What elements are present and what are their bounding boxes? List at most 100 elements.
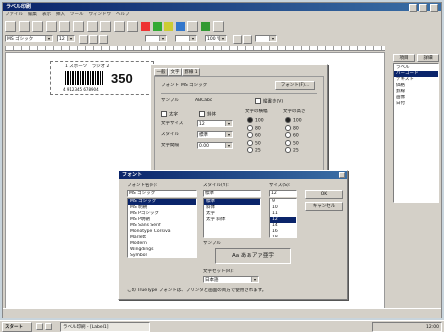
fill-combo[interactable]: ▾ [175,35,197,42]
hscale-radio[interactable]: 60 [247,132,277,140]
vscale-radio[interactable]: 60 [285,132,315,140]
font-style-input[interactable]: 標準 [203,190,261,197]
system-tray: 12:00 [372,322,442,332]
grid-icon[interactable] [187,21,199,32]
menu-item[interactable]: ツール [70,12,84,17]
script-combo[interactable]: 日本語 ▾ [203,276,259,283]
italic-icon[interactable] [89,35,98,44]
radio-icon [285,132,291,138]
window-controls [408,4,440,13]
vscale-radio[interactable]: 80 [285,124,315,133]
font-style-list[interactable]: 標準 斜体 太字 太字 斜体 [203,198,261,238]
spacing-field[interactable]: 0.00 ▾ [197,142,233,149]
hscale-radio[interactable]: 100 [247,117,277,125]
fit-icon[interactable] [233,35,242,44]
save-icon[interactable] [32,21,44,32]
menu-item[interactable]: 表示 [42,12,51,17]
font-dialog: フォント フォント名(F): スタイル(Y): サイズ(S): MS ゴシック … [118,170,348,300]
bold-icon[interactable] [79,35,88,44]
italic-checkbox[interactable]: 斜体 [199,111,216,119]
size-field[interactable]: 12 ▾ [197,120,233,127]
minimize-button[interactable] [408,4,417,12]
font-name-input[interactable]: MS ゴシック [127,190,197,197]
font-style-header: スタイル(Y): [203,183,229,188]
quicklaunch-desktop-icon[interactable] [45,323,52,330]
menu-item[interactable]: ファイル [5,12,23,17]
cancel-button-label: キャンセル [312,204,336,209]
undo-icon[interactable] [113,21,125,32]
bold-checkbox-label: 太字 [169,112,178,118]
maximize-button[interactable] [419,4,428,12]
zoom-icon[interactable] [212,21,224,32]
taskbar-task[interactable]: ラベル印刷 - [Label1] [60,322,150,332]
image-tool-icon[interactable] [175,22,185,31]
hscale-radio[interactable]: 50 [247,139,277,148]
divider [161,93,317,94]
font-list-item[interactable]: Symbol [128,253,196,257]
quicklaunch-ie-icon[interactable] [36,323,43,330]
vertical-checkbox[interactable]: 縦書き(V) [255,98,283,106]
vscale-radio[interactable]: 50 [285,139,315,148]
paste-icon[interactable] [100,21,112,32]
bold-checkbox[interactable]: 太字 [161,111,178,119]
sample-group-label: サンプル [203,241,221,246]
chevron-down-icon: ▾ [225,121,232,126]
right-panel-tab-items[interactable]: 項目 [393,54,415,62]
text-tool-icon[interactable] [127,21,139,32]
vscale-radio-label: 25 [293,148,299,154]
hscale-radio[interactable]: 25 [247,147,277,155]
close-button[interactable] [430,4,438,12]
right-panel-list[interactable]: ラベル バーコード テキスト 価格 罫線 画像 日付 [393,63,439,203]
font-select-button[interactable]: フォント(F)... [275,81,315,90]
vscale-radio[interactable]: 100 [285,117,315,125]
radio-icon [247,117,253,123]
hscale-radio[interactable]: 80 [247,124,277,133]
font-size-input[interactable]: 12 [269,190,297,197]
right-panel-tab-detail[interactable]: 詳細 [417,54,439,62]
line-style-combo[interactable]: ▾ [145,35,167,42]
right-panel-item[interactable]: 日付 [394,101,438,107]
color-icon[interactable] [200,22,210,31]
zoom-combo[interactable]: 100 % ▾ [205,35,227,42]
menu-item[interactable]: ウィンドウ [89,12,112,17]
size-combo-value: 12 [59,37,65,42]
label-preview[interactable]: 1 スポーツ ラジオ 2 350 4 912345 678904 [50,61,154,95]
ok-button[interactable]: OK [305,190,343,199]
radio-icon [285,139,291,146]
hscale-radio-label: 60 [255,133,261,139]
chevron-down-icon: ▾ [189,36,196,41]
font-name-list[interactable]: MS ゴシック MS 明朝 MS Pゴシック MS P明朝 MS Sans Serif M… [127,198,197,258]
menu-item[interactable]: 編集 [28,12,37,17]
start-button[interactable]: スタート [2,322,32,332]
barcode-digits: 4 912345 678904 [63,87,99,92]
close-icon[interactable] [339,172,345,178]
cancel-button[interactable]: キャンセル [305,202,343,211]
style-list-item[interactable]: 太字 斜体 [204,217,260,223]
copy-icon[interactable] [86,21,98,32]
page-combo[interactable]: ▾ [255,35,277,42]
print-preview-icon[interactable] [59,21,71,32]
style-field[interactable]: 標準 ▾ [197,131,233,138]
tab-border[interactable]: 罫線 1 [182,68,200,76]
cut-icon[interactable] [72,21,84,32]
chevron-down-icon: ▾ [45,36,52,41]
menu-item[interactable]: 挿入 [56,12,65,17]
size-combo[interactable]: 12 ▾ [57,35,75,42]
new-file-icon[interactable] [5,21,16,32]
tab-text[interactable]: 文字 [168,68,182,76]
menu-item[interactable]: ヘルプ [116,12,130,17]
rect-tool-icon[interactable] [152,22,162,31]
tab-general[interactable]: 一般 [154,68,168,76]
font-value: MS ゴシック [181,83,208,88]
open-folder-icon[interactable] [18,21,30,32]
line-tool-icon[interactable] [164,22,174,31]
font-size-list[interactable]: 91011121416182022 [269,198,297,238]
align-icon[interactable] [99,35,108,44]
actual-size-icon[interactable] [243,35,252,44]
print-icon[interactable] [45,21,57,32]
size-list-item[interactable]: 18 [270,235,296,237]
font-combo[interactable]: MS ゴシック ▾ [5,35,53,42]
checkbox-icon [161,111,167,117]
barcode-tool-icon[interactable] [140,22,150,31]
vscale-radio[interactable]: 25 [285,147,315,155]
